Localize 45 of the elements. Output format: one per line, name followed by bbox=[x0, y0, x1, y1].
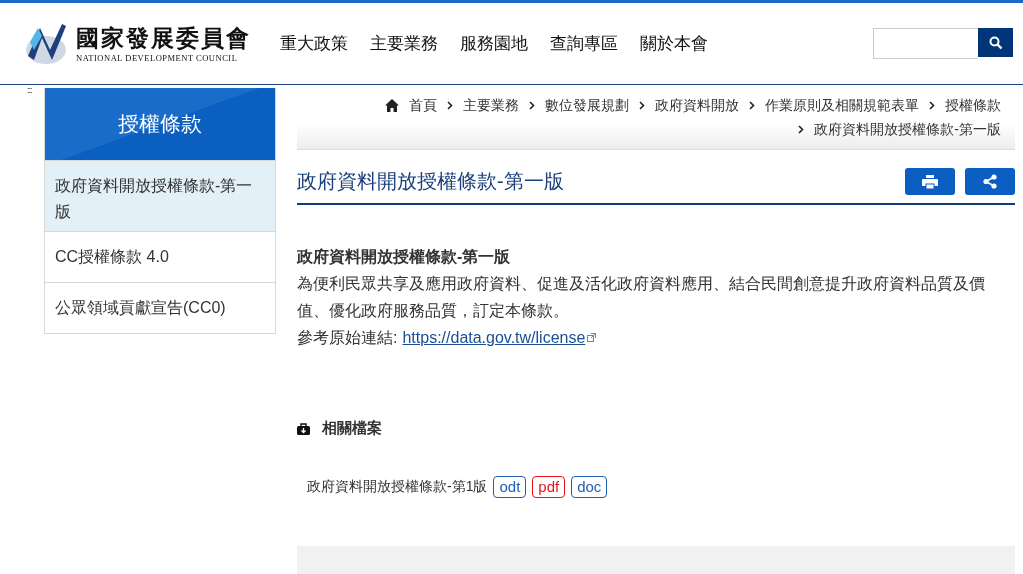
content-heading: 政府資料開放授權條款-第一版 bbox=[297, 247, 512, 267]
file-format-link[interactable]: odt bbox=[493, 476, 527, 498]
sidebar-item[interactable]: 公眾領域貢獻宣告(CC0) bbox=[45, 282, 275, 333]
nav-link[interactable]: 重大政策 bbox=[280, 32, 348, 55]
home-icon bbox=[385, 98, 399, 112]
print-icon bbox=[922, 174, 938, 189]
logo-subtitle: NATIONAL DEVELOPMENT COUNCIL bbox=[76, 52, 239, 63]
search-icon bbox=[988, 35, 1003, 50]
chevron-icon bbox=[749, 100, 755, 110]
file-format-link[interactable]: doc bbox=[571, 476, 608, 498]
share-button[interactable] bbox=[965, 168, 1015, 195]
breadcrumb-link[interactable]: 主要業務 bbox=[463, 93, 519, 117]
accesskey-link[interactable]: ::: bbox=[27, 85, 32, 95]
file-name: 政府資料開放授權條款-第1版 bbox=[307, 478, 488, 496]
search-button[interactable] bbox=[978, 28, 1013, 57]
nav-link[interactable]: 服務園地 bbox=[460, 32, 528, 55]
print-button[interactable] bbox=[905, 168, 955, 195]
content-paragraph: 為便利民眾共享及應用政府資料、促進及活化政府資料應用、結合民間創意提升政府資料品質及價值、優化政府服務品質，訂定本條款。 bbox=[297, 274, 986, 321]
nav-link[interactable]: 關於本會 bbox=[640, 32, 708, 55]
chevron-icon bbox=[929, 100, 935, 110]
sidebar-item[interactable]: CC授權條款 4.0 bbox=[45, 231, 275, 282]
page-title: 政府資料開放授權條款-第一版 bbox=[297, 169, 564, 194]
breadcrumb-link[interactable]: 授權條款 bbox=[945, 93, 1001, 117]
files-title: 相關檔案 bbox=[322, 419, 382, 438]
breadcrumb-link[interactable]: 政府資料開放授權條款-第一版 bbox=[814, 117, 1001, 141]
breadcrumb-link[interactable]: 作業原則及相關規範表單 bbox=[765, 93, 919, 117]
logo-title: 國家發展委員會 bbox=[76, 24, 251, 51]
chevron-icon bbox=[639, 100, 645, 110]
chevron-icon bbox=[529, 100, 535, 110]
chevron-icon bbox=[798, 124, 805, 134]
chevron-icon bbox=[447, 100, 453, 110]
sidebar-title: 授權條款 bbox=[45, 88, 275, 160]
download-bag-icon bbox=[297, 422, 310, 435]
breadcrumb-link[interactable]: 首頁 bbox=[409, 93, 437, 117]
breadcrumb-link[interactable]: 政府資料開放 bbox=[655, 93, 739, 117]
external-link-icon bbox=[587, 333, 597, 342]
nav-link[interactable]: 主要業務 bbox=[370, 32, 438, 55]
file-format-link[interactable]: pdf bbox=[532, 476, 566, 498]
license-link[interactable]: https://data.gov.tw/license bbox=[402, 324, 586, 351]
nav-link[interactable]: 查詢專區 bbox=[550, 32, 618, 55]
sidebar-item[interactable]: 政府資料開放授權條款-第一版 bbox=[45, 160, 275, 231]
share-icon bbox=[983, 174, 997, 189]
breadcrumb-link[interactable]: 數位發展規劃 bbox=[545, 93, 629, 117]
search-field[interactable] bbox=[873, 28, 978, 59]
link-label: 參考原始連結: bbox=[297, 328, 398, 348]
